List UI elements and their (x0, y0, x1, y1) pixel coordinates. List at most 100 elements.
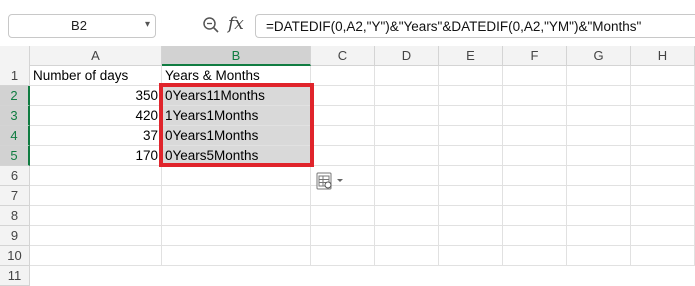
row-header-10[interactable]: 10 (0, 246, 30, 266)
column-header-e[interactable]: E (439, 46, 503, 66)
row-header-5[interactable]: 5 (0, 146, 30, 166)
empty-cell[interactable] (375, 166, 439, 186)
row-header-4[interactable]: 4 (0, 126, 30, 146)
column-header-h[interactable]: H (631, 46, 695, 66)
empty-cell[interactable] (439, 146, 503, 166)
empty-cell[interactable] (439, 186, 503, 206)
column-header-d[interactable]: D (375, 46, 439, 66)
empty-cell[interactable] (567, 246, 631, 266)
cell-a1[interactable]: Number of days (30, 66, 162, 86)
empty-cell[interactable] (439, 66, 503, 86)
cell-b3[interactable]: 1Years1Months (162, 106, 311, 126)
empty-cell[interactable] (30, 206, 162, 226)
empty-cell[interactable] (162, 166, 311, 186)
empty-cell[interactable] (631, 146, 695, 166)
empty-cell[interactable] (162, 206, 311, 226)
empty-cell[interactable] (30, 246, 162, 266)
empty-cell[interactable] (375, 106, 439, 126)
paste-options-icon[interactable] (316, 172, 346, 190)
empty-cell[interactable] (631, 206, 695, 226)
fx-icon[interactable]: fx (228, 14, 244, 34)
row-header-3[interactable]: 3 (0, 106, 30, 126)
empty-cell[interactable] (567, 166, 631, 186)
empty-cell[interactable] (375, 66, 439, 86)
empty-cell[interactable] (439, 106, 503, 126)
row-header-6[interactable]: 6 (0, 166, 30, 186)
empty-cell[interactable] (162, 226, 311, 246)
empty-cell[interactable] (631, 226, 695, 246)
empty-cell[interactable] (631, 86, 695, 106)
cell-b5[interactable]: 0Years5Months (162, 146, 311, 166)
empty-cell[interactable] (311, 246, 375, 266)
empty-cell[interactable] (631, 126, 695, 146)
empty-cell[interactable] (375, 86, 439, 106)
row-header-7[interactable]: 7 (0, 186, 30, 206)
chevron-down-icon[interactable]: ▾ (145, 19, 150, 30)
row-header-8[interactable]: 8 (0, 206, 30, 226)
empty-cell[interactable] (375, 186, 439, 206)
empty-cell[interactable] (503, 66, 567, 86)
column-header-f[interactable]: F (503, 46, 567, 66)
empty-cell[interactable] (375, 206, 439, 226)
empty-cell[interactable] (311, 66, 375, 86)
empty-cell[interactable] (567, 226, 631, 246)
empty-cell[interactable] (439, 246, 503, 266)
empty-cell[interactable] (567, 146, 631, 166)
row-header-1[interactable]: 1 (0, 66, 30, 86)
empty-cell[interactable] (567, 186, 631, 206)
empty-cell[interactable] (631, 106, 695, 126)
empty-cell[interactable] (503, 186, 567, 206)
empty-cell[interactable] (439, 86, 503, 106)
column-header-g[interactable]: G (567, 46, 631, 66)
cell-a4[interactable]: 37 (30, 126, 162, 146)
empty-cell[interactable] (503, 86, 567, 106)
row-header-9[interactable]: 9 (0, 226, 30, 246)
empty-cell[interactable] (567, 106, 631, 126)
empty-cell[interactable] (311, 146, 375, 166)
empty-cell[interactable] (439, 206, 503, 226)
empty-cell[interactable] (503, 126, 567, 146)
formula-input[interactable]: =DATEDIF(0,A2,"Y")&"Years"&DATEDIF(0,A2,… (255, 14, 695, 38)
select-all-corner[interactable] (0, 46, 30, 66)
column-header-a[interactable]: A (30, 46, 162, 66)
empty-cell[interactable] (439, 226, 503, 246)
empty-cell[interactable] (311, 206, 375, 226)
empty-cell[interactable] (567, 206, 631, 226)
name-box[interactable]: B2 ▾ (8, 14, 156, 38)
zoom-icon[interactable] (202, 16, 220, 34)
empty-cell[interactable] (631, 186, 695, 206)
empty-cell[interactable] (567, 126, 631, 146)
empty-cell[interactable] (311, 126, 375, 146)
cell-b1[interactable]: Years & Months (162, 66, 311, 86)
empty-cell[interactable] (375, 246, 439, 266)
empty-cell[interactable] (503, 106, 567, 126)
empty-cell[interactable] (503, 226, 567, 246)
empty-cell[interactable] (162, 246, 311, 266)
empty-cell[interactable] (631, 166, 695, 186)
empty-cell[interactable] (162, 186, 311, 206)
empty-cell[interactable] (503, 146, 567, 166)
row-header-11[interactable]: 11 (0, 266, 30, 286)
cell-b2[interactable]: 0Years11Months (162, 86, 311, 106)
cell-a3[interactable]: 420 (30, 106, 162, 126)
cell-a5[interactable]: 170 (30, 146, 162, 166)
empty-cell[interactable] (30, 186, 162, 206)
empty-cell[interactable] (311, 106, 375, 126)
empty-cell[interactable] (375, 146, 439, 166)
empty-cell[interactable] (439, 126, 503, 146)
empty-cell[interactable] (311, 86, 375, 106)
empty-cell[interactable] (30, 226, 162, 246)
empty-cell[interactable] (567, 86, 631, 106)
empty-cell[interactable] (30, 166, 162, 186)
column-header-c[interactable]: C (311, 46, 375, 66)
cell-b4[interactable]: 0Years1Months (162, 126, 311, 146)
empty-cell[interactable] (503, 246, 567, 266)
empty-cell[interactable] (631, 66, 695, 86)
column-header-b[interactable]: B (162, 46, 311, 66)
empty-cell[interactable] (439, 166, 503, 186)
empty-cell[interactable] (567, 66, 631, 86)
empty-cell[interactable] (503, 166, 567, 186)
empty-cell[interactable] (375, 126, 439, 146)
empty-cell[interactable] (631, 246, 695, 266)
empty-cell[interactable] (503, 206, 567, 226)
